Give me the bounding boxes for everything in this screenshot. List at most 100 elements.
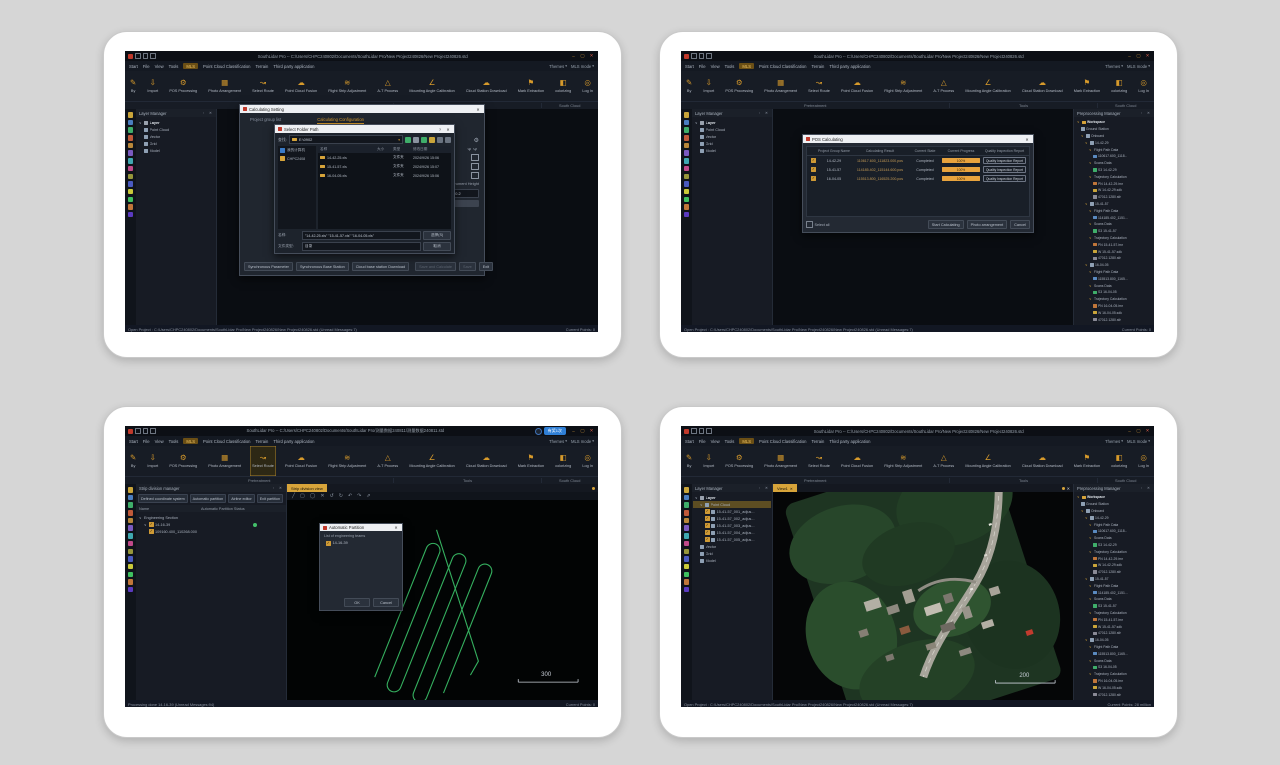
close-button[interactable]	[1144, 53, 1151, 59]
tree-row[interactable]: Ground Station	[1075, 126, 1153, 133]
ribbon-button[interactable]: ≋ Flight Strip Adjustment	[882, 71, 924, 101]
close-panel-icon[interactable]	[278, 486, 283, 490]
ribbon-button[interactable]: ⚑ Mark Extraction	[1072, 446, 1102, 476]
collapse-arrow-icon[interactable]	[1085, 577, 1089, 581]
ribbon-button[interactable]: ⇩ Import	[701, 446, 716, 476]
tool-icon[interactable]	[128, 174, 134, 180]
dialog-button[interactable]: Synchronous Base Station	[296, 262, 349, 271]
collapse-arrow-icon[interactable]	[1089, 597, 1093, 601]
choose-button[interactable]: 选择(S)	[423, 231, 451, 240]
ribbon-button[interactable]: ∠ Mounting Angle Calibration	[963, 446, 1012, 476]
tool-icon[interactable]	[684, 127, 690, 133]
tree-row[interactable]: Scans Data	[1075, 657, 1153, 664]
menu-item[interactable]: Start	[685, 439, 694, 444]
checkbox-checked[interactable]	[149, 522, 154, 527]
pin-dot-icon[interactable]	[1062, 487, 1065, 490]
tree-row[interactable]: 15-41-57_003_adjus...	[693, 522, 771, 529]
tool-icon[interactable]	[128, 189, 134, 195]
pos-table-row[interactable]: 14-42-29 110617.600_111823.000.pos Compl…	[807, 156, 1029, 165]
ribbon-button[interactable]: ▦ Photo Arrangement	[206, 71, 243, 101]
collapse-arrow-icon[interactable]	[1085, 263, 1089, 267]
menu-item[interactable]: Start	[129, 64, 138, 69]
undo-icon[interactable]	[143, 53, 149, 59]
tree-row[interactable]: 110617.600_1118...	[1075, 153, 1153, 160]
select-all-checkbox[interactable]: Select all	[806, 221, 829, 228]
pos-table-row[interactable]: 16-04-05 115513.800_116525.200.pos Compl…	[807, 174, 1029, 183]
tree-row[interactable]: Trajectory Calculation	[1075, 235, 1153, 242]
menu-item[interactable]: Third party application	[829, 64, 870, 69]
checkbox-checked[interactable]	[811, 176, 816, 181]
collapse-arrow-icon[interactable]	[1085, 202, 1089, 206]
ribbon-button[interactable]: ✎ By	[128, 446, 138, 476]
tree-row[interactable]: 14-42-29	[1075, 139, 1153, 146]
tree-row[interactable]: 16-04-05	[1075, 262, 1153, 269]
tool-icon[interactable]	[684, 150, 690, 156]
tree-row[interactable]: S3 16-04-05	[1075, 664, 1153, 671]
quality-report-button[interactable]: Quality Inspection Report	[983, 157, 1026, 164]
tool-icon[interactable]	[128, 510, 134, 516]
menu-item[interactable]: MLS	[739, 63, 754, 69]
tree-row[interactable]: 15-41-57_005_adjus...	[693, 536, 771, 543]
ribbon-button[interactable]: ⚑ Mark Extraction	[516, 446, 546, 476]
tool-icon[interactable]	[684, 579, 690, 585]
dialog-button[interactable]: Photo arrangement	[967, 220, 1008, 229]
float-panel-icon[interactable]	[201, 111, 206, 115]
ribbon-button[interactable]: ⚙ POS Processing	[167, 446, 199, 476]
menu-item[interactable]: File	[699, 64, 706, 69]
tool-icon[interactable]	[684, 204, 690, 210]
tool-icon[interactable]	[684, 212, 690, 218]
minimize-button[interactable]	[570, 429, 577, 434]
collapse-arrow-icon[interactable]	[139, 121, 143, 125]
ribbon-button[interactable]: ☁ Point Cloud Fusion	[839, 446, 875, 476]
tool-icon[interactable]	[684, 158, 690, 164]
tree-row[interactable]: Vector	[137, 133, 215, 140]
promo-badge-group[interactable]: 有奖1次	[535, 427, 566, 435]
collapse-arrow-icon[interactable]	[1089, 584, 1093, 588]
collapse-arrow-icon[interactable]	[1089, 236, 1093, 240]
tree-row[interactable]: Scans Data	[1075, 535, 1153, 542]
ribbon-button[interactable]: ⚙ POS Processing	[723, 71, 755, 101]
menu-item[interactable]: View	[155, 64, 164, 69]
tool-icon[interactable]	[128, 112, 134, 118]
tool-icon[interactable]	[128, 120, 134, 126]
tree-row[interactable]: Grid	[693, 550, 771, 557]
redo-icon[interactable]	[706, 53, 712, 59]
tree-row[interactable]: W 14-42-29.sdk	[1075, 187, 1153, 194]
ribbon-button[interactable]: △ A-T Process	[931, 446, 956, 476]
tool-icon[interactable]	[684, 510, 690, 516]
menu-item[interactable]: Point Cloud Classification	[203, 439, 250, 444]
file-dialog-tool-icon[interactable]	[413, 137, 419, 143]
draw-tool-icon[interactable]: ✕	[320, 493, 324, 499]
tree-row[interactable]: W 14-42-29.sdk	[1075, 562, 1153, 569]
tree-row[interactable]: S3 14-42-29	[1075, 167, 1153, 174]
tool-icon[interactable]	[128, 564, 134, 570]
menu-item[interactable]: View	[711, 64, 720, 69]
draw-tool-icon[interactable]: ↺	[330, 493, 334, 499]
menu-dropdown[interactable]: Themes	[1105, 64, 1123, 69]
checkbox-checked[interactable]	[326, 541, 331, 546]
ribbon-button[interactable]: ⚑ Mark Extraction	[516, 71, 546, 101]
menu-item[interactable]: MLS	[739, 438, 754, 444]
filename-input[interactable]: "14-42-25.xls" "15-41-57.xls" "16-04-05.…	[302, 231, 421, 240]
tree-row[interactable]: Flight Path Data	[1075, 146, 1153, 153]
tool-icon[interactable]	[684, 487, 690, 493]
tab-close-icon[interactable]	[790, 486, 793, 491]
undo-icon[interactable]	[143, 428, 149, 434]
collapse-arrow-icon[interactable]	[1085, 638, 1089, 642]
tree-row[interactable]: Layer	[693, 494, 771, 501]
tree-row[interactable]: W 16-04-05.sdk	[1075, 309, 1153, 316]
collapse-arrow-icon[interactable]	[1089, 175, 1093, 179]
tree-row[interactable]: 47012.1280.sth	[1075, 194, 1153, 201]
tree-row[interactable]: 15-41-57_004_adjus...	[693, 529, 771, 536]
ribbon-button[interactable]: ◎ Log In	[580, 446, 595, 476]
dialog-button[interactable]: Cancel	[1010, 220, 1030, 229]
menu-item[interactable]: Tools	[725, 64, 735, 69]
collapse-arrow-icon[interactable]	[700, 503, 704, 507]
tree-row[interactable]: Scans Data	[1075, 221, 1153, 228]
quality-report-button[interactable]: Quality Inspection Report	[983, 175, 1026, 182]
file-dialog-tool-icon[interactable]	[445, 137, 451, 143]
tool-icon[interactable]	[684, 495, 690, 501]
menu-dropdown[interactable]: Themes	[1105, 439, 1123, 444]
ribbon-button[interactable]: ◧ colorizing	[1109, 446, 1129, 476]
tree-row[interactable]: Point Cloud	[137, 126, 215, 133]
